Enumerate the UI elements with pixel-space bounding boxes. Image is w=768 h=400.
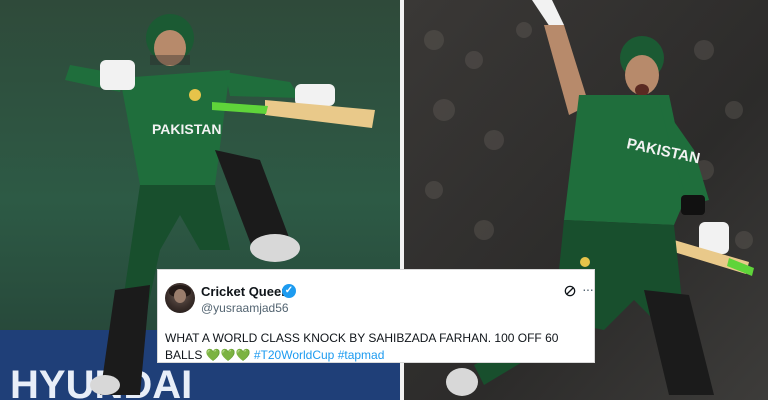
- author-handle[interactable]: @yusraamjad56: [201, 301, 289, 315]
- verified-badge-icon: ✓: [282, 284, 296, 298]
- green-heart-icons: 💚💚💚: [205, 348, 251, 362]
- tweet-text: WHAT A WORLD CLASS KNOCK BY SAHIBZADA FA…: [165, 330, 589, 364]
- tweet-card[interactable]: Cricket Queen ✓ @yusraamjad56 ··· WHAT A…: [157, 269, 595, 363]
- avatar[interactable]: [165, 283, 195, 313]
- hashtag-t20worldcup[interactable]: #T20WorldCup: [254, 348, 334, 362]
- author-name[interactable]: Cricket Queen: [201, 284, 289, 299]
- jersey-text-left: PAKISTAN: [152, 121, 221, 137]
- more-options-icon[interactable]: ···: [582, 281, 594, 297]
- x-logo-icon[interactable]: [563, 284, 577, 298]
- hashtag-tapmad[interactable]: #tapmad: [338, 348, 385, 362]
